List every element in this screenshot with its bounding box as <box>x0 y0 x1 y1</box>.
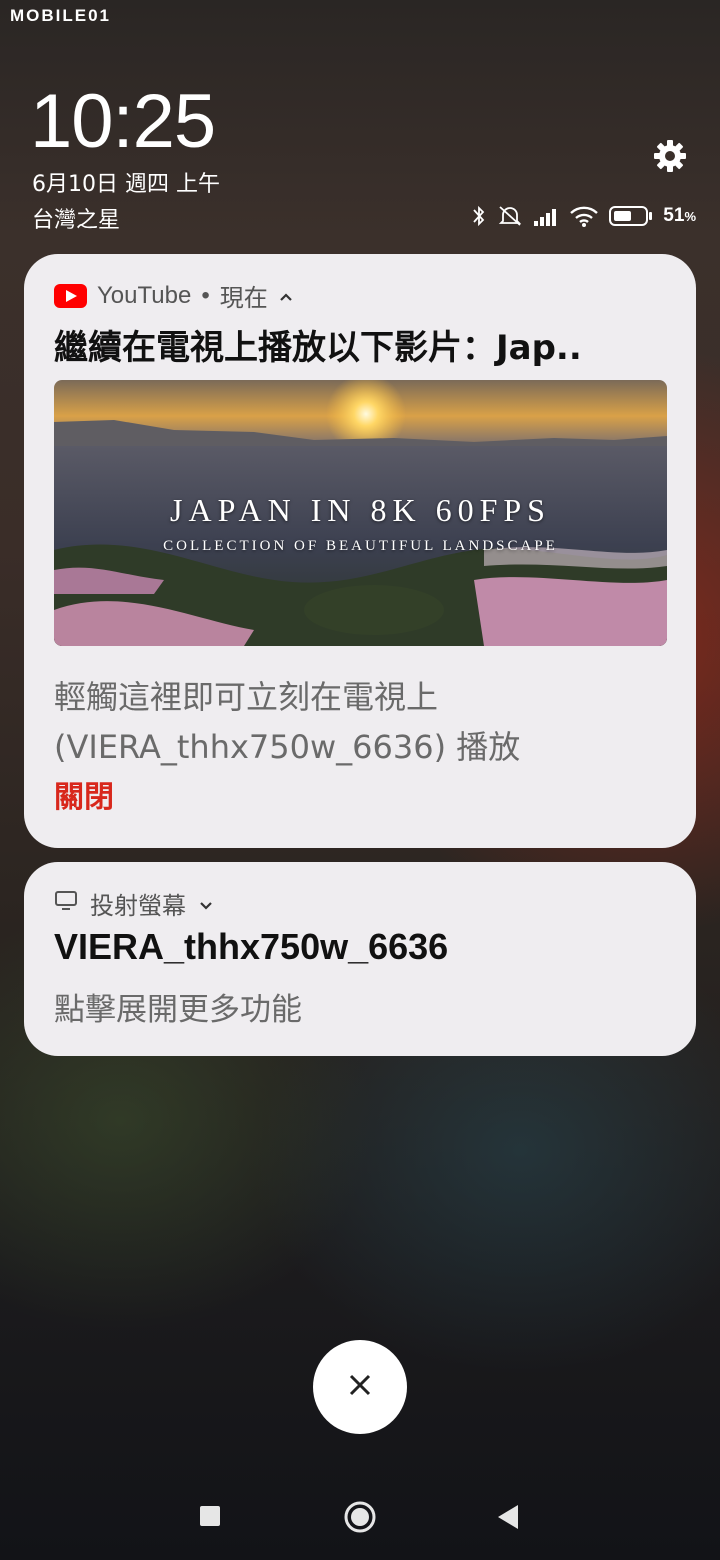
app-name: YouTube <box>97 281 192 309</box>
signal-icon <box>533 206 559 226</box>
date-text: 6月10日 週四 上午 <box>32 172 220 197</box>
dismiss-all-button[interactable] <box>313 1340 407 1434</box>
cast-notification[interactable]: 投射螢幕 VIERA_thhx750w_6636 點擊展開更多功能 <box>24 862 696 1056</box>
close-action-button[interactable]: 關閉 <box>54 772 114 816</box>
battery-icon <box>609 205 653 227</box>
home-icon[interactable] <box>343 1500 377 1538</box>
chevron-up-icon[interactable] <box>278 282 294 310</box>
close-icon <box>347 1372 373 1402</box>
carrier-name: 台灣之星 <box>32 208 121 233</box>
watermark-logo: MOBILE01 <box>10 6 112 25</box>
cast-subtitle: 點擊展開更多功能 <box>54 992 302 1028</box>
wifi-icon <box>569 205 599 227</box>
youtube-logo-icon <box>54 283 87 308</box>
back-icon[interactable] <box>496 1503 520 1535</box>
gear-icon[interactable] <box>652 138 688 174</box>
recents-icon[interactable] <box>200 1506 220 1526</box>
bluetooth-icon <box>471 204 487 228</box>
video-thumbnail[interactable]: JAPAN IN 8K 60FPS COLLECTION OF BEAUTIFU… <box>54 380 667 646</box>
battery-percentage: 51% <box>663 205 696 226</box>
clock-time: 10:25 <box>30 79 216 164</box>
cast-device-name: VIERA_thhx750w_6636 <box>54 926 449 967</box>
cast-app-name: 投射螢幕 <box>90 892 186 920</box>
notification-header: YouTube • 現在 <box>54 278 294 313</box>
chevron-down-icon[interactable] <box>198 890 214 918</box>
notification-body: 輕觸這裡即可立刻在電視上 (VIERA_thhx750w_6636) 播放 <box>54 672 669 772</box>
notification-time: 現在 <box>219 285 268 312</box>
header-separator: • <box>201 281 210 309</box>
monitor-icon <box>54 890 78 918</box>
body-line-2: (VIERA_thhx750w_6636) 播放 <box>54 728 521 766</box>
cast-header: 投射螢幕 <box>54 886 214 921</box>
thumbnail-title: JAPAN IN 8K 60FPS <box>170 492 551 528</box>
body-line-1: 輕觸這裡即可立刻在電視上 <box>54 678 439 716</box>
notification-title: 繼續在電視上播放以下影片：Jap.. <box>54 328 582 368</box>
status-bar: 51% <box>471 202 696 230</box>
do-not-disturb-icon <box>497 204 523 228</box>
thumbnail-subtitle: COLLECTION OF BEAUTIFUL LANDSCAPE <box>163 538 558 554</box>
youtube-notification[interactable]: YouTube • 現在 繼續在電視上播放以下影片：Jap.. JAPAN IN… <box>24 254 696 848</box>
